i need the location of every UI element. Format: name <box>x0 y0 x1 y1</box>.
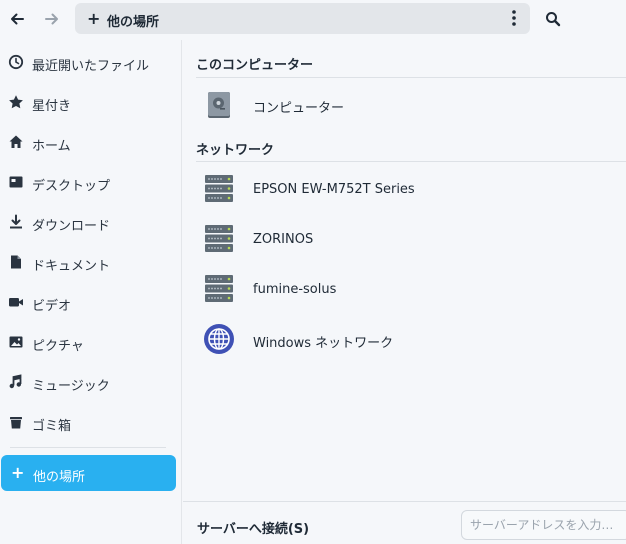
server-icon <box>205 275 233 302</box>
sidebar-item-label: ピクチャ <box>32 339 84 354</box>
back-button[interactable] <box>4 6 30 32</box>
arrow-left-icon <box>11 13 24 25</box>
home-icon <box>8 134 24 150</box>
star-icon <box>8 94 24 110</box>
search-button[interactable] <box>540 6 566 32</box>
sidebar-item-other-locations[interactable]: + 他の場所 <box>1 455 176 491</box>
network-row-windows-network[interactable]: Windows ネットワーク <box>183 315 626 365</box>
sidebar-item-home[interactable]: ホーム <box>0 124 182 160</box>
forward-button[interactable] <box>39 6 65 32</box>
network-label: fumine-solus <box>253 282 337 297</box>
path-bar[interactable]: + 他の場所 <box>75 3 530 34</box>
globe-icon <box>204 324 234 354</box>
server-address-input[interactable] <box>461 510 626 540</box>
connect-to-server-label: サーバーへ接続(S) <box>197 522 310 537</box>
section-title-this-computer: このコンピューター <box>196 58 314 73</box>
network-label: Windows ネットワーク <box>253 336 394 351</box>
sidebar: 最近開いたファイル 星付き ホーム デスクトップ ダウンロード ドキュメント ビ… <box>0 40 182 544</box>
desktop-icon <box>8 174 24 190</box>
sidebar-item-music[interactable]: ミュージック <box>0 364 182 400</box>
plus-icon: + <box>11 463 25 482</box>
download-icon <box>8 214 24 230</box>
video-icon <box>8 294 24 310</box>
sidebar-item-label: ビデオ <box>32 299 72 314</box>
network-label: EPSON EW-M752T Series <box>253 182 415 197</box>
vertical-dots-icon <box>512 10 516 26</box>
trash-icon <box>8 414 24 430</box>
sidebar-item-label: ミュージック <box>32 379 110 394</box>
server-icon <box>205 225 233 252</box>
sidebar-item-starred[interactable]: 星付き <box>0 84 182 120</box>
path-menu-button[interactable] <box>504 7 524 29</box>
server-icon <box>205 175 233 202</box>
sidebar-item-label: ホーム <box>32 139 71 154</box>
music-icon <box>8 374 24 390</box>
sidebar-item-label: ダウンロード <box>32 219 111 234</box>
sidebar-item-trash[interactable]: ゴミ箱 <box>0 404 182 440</box>
sidebar-item-recent[interactable]: 最近開いたファイル <box>0 44 182 80</box>
clock-icon <box>8 54 24 70</box>
hard-drive-icon <box>208 92 230 118</box>
network-label: ZORINOS <box>253 232 314 247</box>
location-row-computer[interactable]: コンピューター <box>183 80 626 130</box>
search-icon <box>546 12 561 27</box>
sidebar-item-videos[interactable]: ビデオ <box>0 284 182 320</box>
network-row-epson[interactable]: EPSON EW-M752T Series <box>183 165 626 215</box>
sidebar-item-downloads[interactable]: ダウンロード <box>0 204 182 240</box>
header-bar: + 他の場所 <box>0 0 626 40</box>
main-content: このコンピューター コンピューター ネットワーク EPSON EW-M752T … <box>183 40 626 544</box>
connect-bar: サーバーへ接続(S) <box>183 501 626 544</box>
section-title-network: ネットワーク <box>196 143 275 158</box>
sidebar-item-label: 他の場所 <box>33 470 86 485</box>
section-divider <box>196 77 626 78</box>
sidebar-item-label: ゴミ箱 <box>32 419 72 434</box>
network-row-fumine-solus[interactable]: fumine-solus <box>183 265 626 315</box>
sidebar-item-desktop[interactable]: デスクトップ <box>0 164 182 200</box>
arrow-right-icon <box>45 13 58 25</box>
plus-icon: + <box>87 9 101 28</box>
sidebar-item-label: 星付き <box>32 99 72 114</box>
location-label: コンピューター <box>253 101 345 116</box>
section-divider <box>196 161 626 162</box>
sidebar-item-label: デスクトップ <box>32 179 111 194</box>
path-crumb-other-locations[interactable]: 他の場所 <box>107 11 159 30</box>
sidebar-item-label: ドキュメント <box>32 259 111 274</box>
sidebar-divider <box>10 447 166 448</box>
picture-icon <box>8 334 24 350</box>
sidebar-item-pictures[interactable]: ピクチャ <box>0 324 182 360</box>
sidebar-item-label: 最近開いたファイル <box>32 59 150 74</box>
network-row-zorinos[interactable]: ZORINOS <box>183 215 626 265</box>
sidebar-item-documents[interactable]: ドキュメント <box>0 244 182 280</box>
document-icon <box>8 254 24 270</box>
